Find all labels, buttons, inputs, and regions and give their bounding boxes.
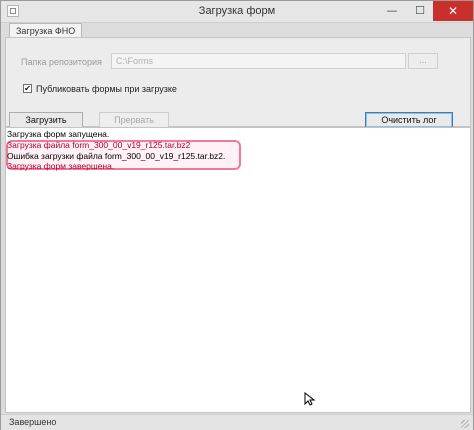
log-line: Загрузка форм запущена.: [7, 129, 110, 139]
maximize-button[interactable]: ☐: [407, 1, 433, 21]
mouse-pointer-icon: [304, 392, 316, 406]
tab-fno-upload[interactable]: Загрузка ФНО: [9, 23, 83, 38]
publish-checkbox[interactable]: ✔: [23, 84, 32, 93]
repo-folder-input[interactable]: C:\Forms: [111, 53, 406, 69]
upload-panel: Папка репозитория C:\Forms ... ✔ Публико…: [5, 37, 471, 128]
log-area[interactable]: Загрузка форм запущена. Загрузка файла f…: [5, 127, 471, 413]
checkmark-icon: ✔: [24, 84, 31, 93]
title-bar[interactable]: Загрузка форм — ☐ ✕: [1, 1, 473, 23]
minimize-button[interactable]: —: [379, 1, 405, 21]
stop-button[interactable]: Прервать: [99, 112, 169, 128]
clear-log-button[interactable]: Очистить лог: [365, 112, 453, 128]
repo-folder-label: Папка репозитория: [21, 57, 102, 67]
log-line: Загрузка форм завершена.: [7, 161, 115, 171]
close-button[interactable]: ✕: [433, 1, 473, 21]
main-window: Загрузка форм — ☐ ✕ Загрузка ФНО Папка р…: [0, 0, 474, 430]
status-text: Завершено: [9, 417, 57, 427]
status-bar: Завершено: [1, 414, 473, 430]
tab-strip: Загрузка ФНО: [5, 23, 471, 38]
log-line: Ошибка загрузки файла form_300_00_v19_r1…: [7, 151, 226, 161]
browse-folder-button[interactable]: ...: [408, 53, 438, 69]
publish-checkbox-label[interactable]: Публиковать формы при загрузке: [36, 84, 177, 94]
resize-grip-icon[interactable]: [461, 420, 469, 428]
load-button[interactable]: Загрузить: [9, 112, 83, 128]
log-line: Загрузка файла form_300_00_v19_r125.tar.…: [7, 140, 191, 150]
